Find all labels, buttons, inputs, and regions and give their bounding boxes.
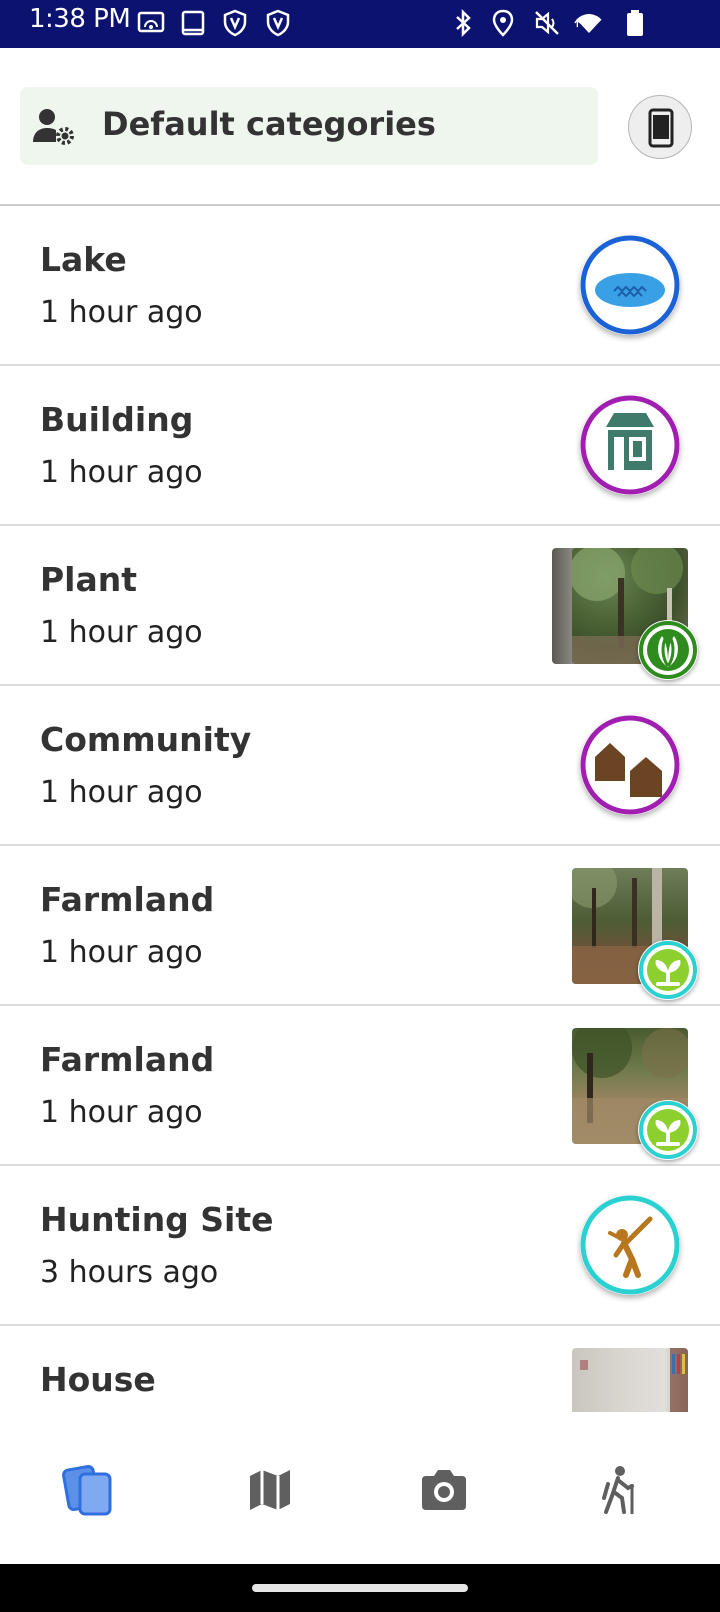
observation-time: 1 hour ago [40,1095,203,1130]
farmland-icon [638,1100,698,1160]
building-icon [580,395,680,495]
status-bar: 1:38 PM [0,0,720,48]
observation-title: Community [40,720,252,759]
system-gesture-bar [0,1564,720,1612]
battery-icon [624,8,646,38]
observation-time: 1 hour ago [40,775,203,810]
category-filter-label: Default categories [102,105,436,143]
observation-list: Lake 1 hour ago Building 1 hour ago Plan… [0,206,720,1412]
home-gesture-handle[interactable] [252,1584,468,1592]
category-filter-button[interactable]: Default categories [20,87,598,165]
bluetooth-icon [448,8,478,38]
list-item[interactable]: Building 1 hour ago [0,366,720,526]
list-item[interactable]: Plant 1 hour ago [0,526,720,686]
observation-time: 3 hours ago [40,1255,219,1290]
camera-icon[interactable] [416,1462,472,1518]
map-icon[interactable] [242,1462,298,1518]
observation-title: Lake [40,240,127,279]
list-item[interactable]: Community 1 hour ago [0,686,720,846]
mute-icon [532,8,562,38]
list-item[interactable]: Farmland 1 hour ago [0,1006,720,1166]
observation-title: Building [40,400,194,439]
observation-title: Hunting Site [40,1200,274,1239]
observation-title: Farmland [40,880,215,919]
observation-time: 1 hour ago [40,615,203,650]
observation-title: Plant [40,560,138,599]
bottom-navigation [0,1412,720,1564]
observations-list-icon[interactable] [62,1462,118,1518]
photo-thumbnail [572,1348,688,1412]
location-icon [488,8,518,38]
observation-time: 1 hour ago [40,935,203,970]
observation-title: Farmland [40,1040,215,1079]
farmland-icon [638,940,698,1000]
hunting-site-icon [580,1195,680,1295]
list-item[interactable]: Lake 1 hour ago [0,206,720,366]
cast-icon [136,8,166,38]
wifi-icon [574,8,604,38]
observation-time: 1 hour ago [40,295,203,330]
list-item[interactable]: Farmland 1 hour ago [0,846,720,1006]
list-item[interactable]: Hunting Site 3 hours ago [0,1166,720,1326]
track-hiker-icon[interactable] [590,1462,646,1518]
phone-icon [648,108,674,148]
list-item[interactable]: House [0,1326,720,1412]
status-time: 1:38 PM [29,4,131,34]
vpn-shield-icon [263,8,293,38]
app-header: Default categories [0,48,720,206]
vpn-shield-icon [220,8,250,38]
plant-icon [638,620,698,680]
observation-time: 1 hour ago [40,455,203,490]
user-settings-icon [30,104,76,148]
observation-title: House [40,1360,156,1399]
community-icon [580,715,680,815]
device-sync-button[interactable] [628,95,692,159]
screenshot-icon [178,8,208,38]
lake-icon [580,235,680,335]
